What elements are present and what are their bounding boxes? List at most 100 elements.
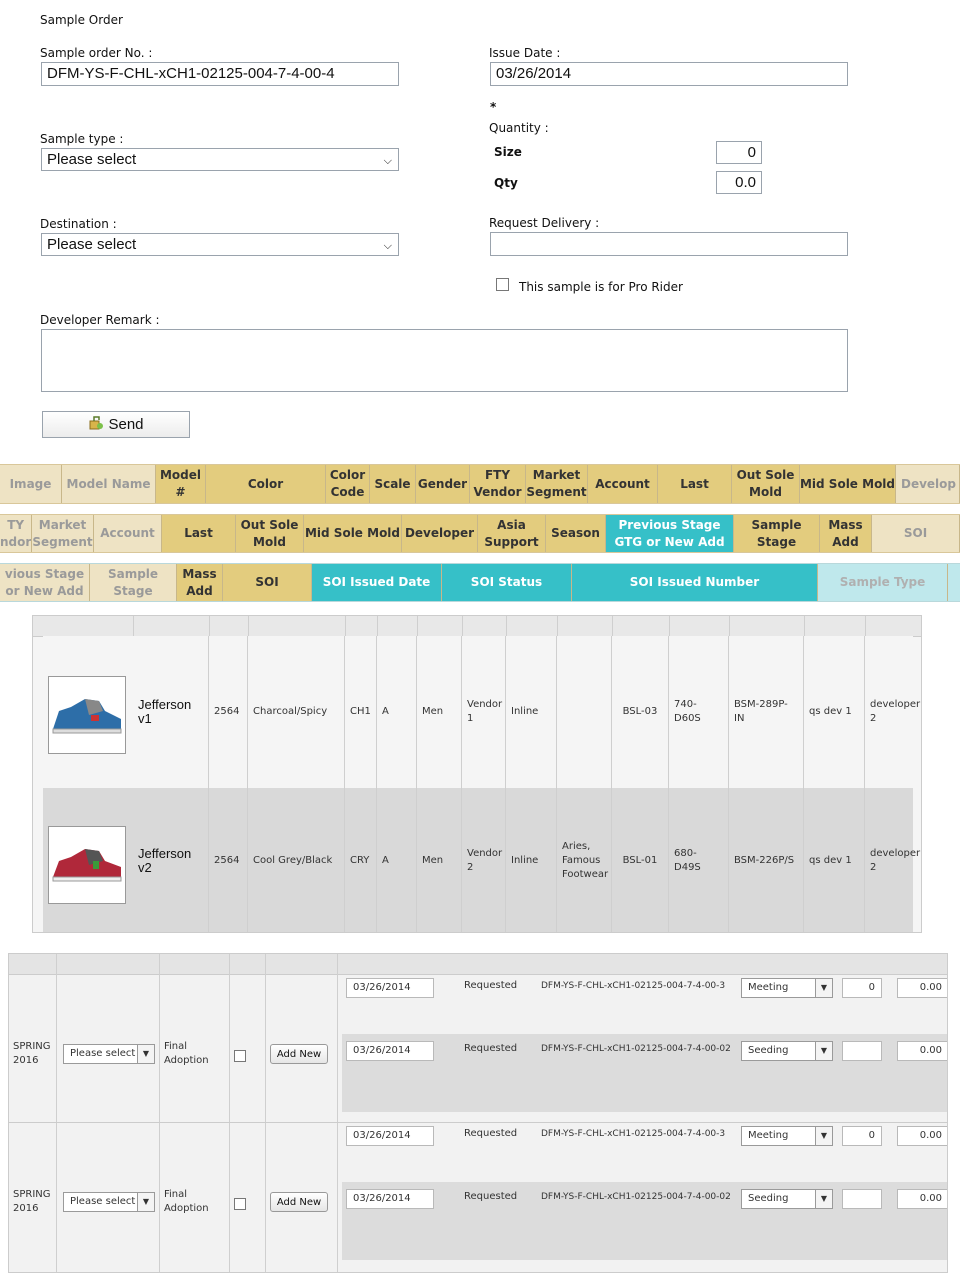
size-input[interactable] — [842, 1189, 882, 1209]
qty-input[interactable]: 0.00 — [897, 978, 947, 998]
header-strip-1: Image Model Name Model # Color Color Cod… — [0, 464, 960, 504]
sample-type-select[interactable]: Seeding ▼ — [741, 1189, 833, 1209]
col-header-model-name: Model Name — [62, 465, 156, 503]
chevron-down-icon: ▼ — [815, 1190, 832, 1208]
soi-issued-date-input[interactable]: 03/26/2014 — [346, 1126, 434, 1146]
cell-asia-support: developer 2 — [870, 699, 921, 724]
col-header-gender: Gender — [416, 465, 470, 503]
col-header-soi-issued-date: SOI Issued Date — [312, 564, 442, 601]
cell-model-no: 2564 — [209, 788, 248, 932]
cell-model-name: Jefferson v2 — [133, 788, 209, 932]
col-header-mass-add: Mass Add — [177, 564, 223, 601]
send-label: Send — [108, 416, 144, 433]
destination-select[interactable]: Please select ⌵ — [41, 233, 399, 256]
cell-gender: Men — [417, 636, 462, 788]
soi-issued-date-input[interactable]: 03/26/2014 — [346, 1041, 434, 1061]
qty-input[interactable]: 0.00 — [897, 1041, 947, 1061]
size-label: Size — [494, 145, 522, 159]
col-header-previous-stage: vious Stage or New Add — [0, 564, 90, 601]
col-header-sample-stage: Sample Stage — [734, 515, 820, 552]
send-icon — [88, 415, 104, 435]
col-header-color-code: Color Code — [326, 465, 370, 503]
header-strip-3: vious Stage or New Add Sample Stage Mass… — [0, 563, 960, 602]
sample-type-select[interactable]: Please select ⌵ — [41, 148, 399, 171]
col-header-image: Image — [0, 465, 62, 503]
soi-issued-date-input[interactable]: 03/26/2014 — [346, 1189, 434, 1209]
cell-vendor: Vendor 2 — [462, 788, 506, 932]
qty-input[interactable]: 0.0 — [716, 171, 762, 194]
table-row[interactable]: Jefferson v2 2564 Cool Grey/Black CRY A … — [43, 788, 920, 932]
col-header-scale: Scale — [370, 465, 416, 503]
cell-last: BSL-01 — [612, 788, 669, 932]
col-header-mid-sole-mold: Mid Sole Mold — [800, 465, 896, 503]
sample-type-select[interactable]: Seeding ▼ — [741, 1041, 833, 1061]
previous-stage-value: Please select — [70, 1048, 136, 1059]
chevron-down-icon: ⌵ — [383, 240, 392, 252]
developer-remark-textarea[interactable] — [41, 329, 848, 392]
issue-date-label: Issue Date : — [489, 46, 561, 60]
qty-label: Qty — [494, 176, 518, 190]
cell-scale: A — [377, 788, 417, 932]
pro-rider-checkbox[interactable] — [496, 278, 509, 291]
previous-stage-select[interactable]: Please select ▼ — [63, 1044, 155, 1064]
col-header-mass-add: Mass Add — [820, 515, 872, 552]
cell-color-code: CRY — [345, 788, 377, 932]
col-header-account: Account — [588, 465, 658, 503]
col-header-soi-issued-number: SOI Issued Number — [572, 564, 818, 601]
chevron-down-icon: ⌵ — [383, 155, 392, 167]
soi-issued-date-input[interactable]: 03/26/2014 — [346, 978, 434, 998]
issue-date-input[interactable]: 03/26/2014 — [490, 62, 848, 86]
cell-developer: qs dev 1 — [804, 788, 865, 932]
col-header-soi: SOI — [872, 515, 960, 552]
add-new-button[interactable]: Add New — [270, 1192, 328, 1212]
qty-input[interactable]: 0.00 — [897, 1126, 947, 1146]
cell-model-no: 2564 — [209, 636, 248, 788]
size-input[interactable]: 0 — [842, 978, 882, 998]
cell-out-sole: 740-D60S — [669, 636, 729, 788]
soi-status: Requested — [464, 1191, 518, 1202]
table-row[interactable]: Jefferson v1 2564 Charcoal/Spicy CH1 A M… — [43, 636, 921, 789]
cell-mid-sole: BSM-226P/S — [729, 788, 804, 932]
cell-account — [557, 636, 612, 788]
col-header-sample-type: Sample Type — [818, 564, 948, 601]
cell-segment: Inline — [506, 636, 557, 788]
sample-type-select[interactable]: Meeting ▼ — [741, 1126, 833, 1146]
request-delivery-input[interactable] — [490, 232, 848, 256]
add-new-button[interactable]: Add New — [270, 1044, 328, 1064]
sample-type-select[interactable]: Meeting ▼ — [741, 978, 833, 998]
cell-last: BSL-03 — [612, 636, 669, 788]
product-table: Jefferson v1 2564 Charcoal/Spicy CH1 A M… — [32, 615, 922, 933]
soi-issued-number: DFM-YS-F-CHL-xCH1-02125-004-7-4-00-3 — [541, 1129, 726, 1139]
col-header-asia-support: Asia Support — [478, 515, 546, 552]
chevron-down-icon: ▼ — [815, 1127, 832, 1145]
chevron-down-icon: ▼ — [815, 979, 832, 997]
col-header-account: Account — [94, 515, 162, 552]
cell-color: Cool Grey/Black — [248, 788, 345, 932]
destination-label: Destination : — [40, 217, 117, 231]
order-no-label: Sample order No. : — [40, 46, 153, 60]
col-header-out-sole-mold: Out Sole Mold — [236, 515, 304, 552]
size-input[interactable] — [842, 1041, 882, 1061]
sample-type-value: Please select — [47, 151, 137, 168]
chevron-down-icon: ▼ — [815, 1042, 832, 1060]
pro-rider-label: This sample is for Pro Rider — [519, 280, 683, 294]
send-button[interactable]: Send — [42, 411, 190, 438]
qty-input[interactable]: 0.00 — [897, 1189, 947, 1209]
col-header-last: Last — [162, 515, 236, 552]
size-input[interactable]: 0 — [842, 1126, 882, 1146]
required-asterisk: * — [490, 100, 497, 114]
mass-add-checkbox[interactable] — [234, 1198, 246, 1210]
developer-remark-label: Developer Remark : — [40, 313, 160, 327]
soi-issued-number: DFM-YS-F-CHL-xCH1-02125-004-7-4-00-02 — [541, 1044, 731, 1054]
col-header-season: Season — [546, 515, 606, 552]
previous-stage-select[interactable]: Please select ▼ — [63, 1192, 155, 1212]
order-no-input[interactable]: DFM-YS-F-CHL-xCH1-02125-004-7-4-00-4 — [41, 62, 399, 86]
col-header-soi-status: SOI Status — [442, 564, 572, 601]
col-header-soi: SOI — [223, 564, 312, 601]
sample-type-value: Seeding — [748, 1193, 789, 1204]
soi-issued-number: DFM-YS-F-CHL-xCH1-02125-004-7-4-00-3 — [541, 981, 726, 991]
header-strip-2: TY ndor Market Segment Account Last Out … — [0, 514, 960, 553]
size-input[interactable]: 0 — [716, 141, 762, 164]
mass-add-checkbox[interactable] — [234, 1050, 246, 1062]
col-header-fty-vendor: TY ndor — [0, 515, 32, 552]
